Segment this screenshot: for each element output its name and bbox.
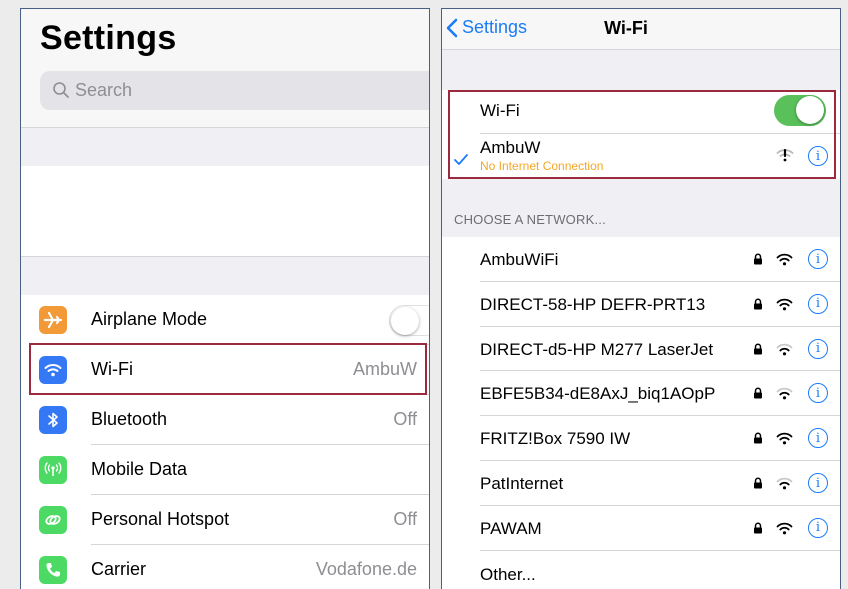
info-icon[interactable]: i [808,293,828,314]
wifi-signal-icon [776,298,793,311]
blank-group [21,166,429,256]
lock-icon [754,343,762,355]
settings-item-value: AmbuW [352,359,417,379]
section-gap [21,127,429,167]
settings-item-wifi[interactable]: Wi-Fi AmbuW [21,345,429,395]
lock-icon [754,253,762,265]
settings-header: Settings Search [21,9,429,127]
network-row[interactable]: FRITZ!Box 7590 IW i [442,416,840,461]
settings-item-value: Vodafone.de [315,559,417,579]
wifi-toggle-row: Wi-Fi [442,90,840,134]
info-icon[interactable]: i [808,473,828,493]
wifi-warning-icon [776,149,794,162]
wifi-icon [39,356,67,384]
settings-item-mobile-data[interactable]: Mobile Data [21,445,429,495]
wifi-signal-icon [776,388,793,400]
page-title: Settings [40,19,177,57]
search-placeholder: Search [75,80,133,100]
info-icon[interactable]: i [808,428,828,449]
network-row[interactable]: PatInternet i [442,461,840,506]
info-icon[interactable]: i [808,249,828,269]
settings-item-personal-hotspot[interactable]: Personal Hotspot Off [21,495,429,545]
settings-item-bluetooth[interactable]: Bluetooth Off [21,395,429,445]
connected-network-row[interactable]: AmbuW No Internet Connection i [442,134,840,178]
wifi-label: Wi-Fi [480,101,520,120]
wifi-toggle[interactable] [774,95,826,126]
info-icon[interactable]: i [808,146,828,166]
info-icon[interactable]: i [808,383,828,404]
settings-item-label: Mobile Data [91,459,188,479]
settings-item-label: Personal Hotspot [91,509,230,529]
settings-item-label: Carrier [91,559,147,579]
settings-item-label: Wi-Fi [91,359,133,379]
settings-item-label: Bluetooth [91,409,168,429]
section-gap [21,256,429,296]
section-gap [442,50,840,90]
airplane-icon [39,306,67,334]
lock-icon [754,522,762,534]
antenna-icon [39,456,67,484]
settings-item-label: Airplane Mode [91,309,208,329]
page-title: Wi-Fi [604,18,648,38]
section-gap: CHOOSE A NETWORK... [442,179,840,237]
settings-item-carrier[interactable]: Carrier Vodafone.de [21,545,429,589]
wifi-signal-icon [776,522,793,535]
search-input[interactable]: Search [40,71,429,110]
search-icon [53,82,69,98]
lock-icon [754,387,762,399]
network-name: AmbuWiFi [480,250,559,269]
settings-item-airplane-mode[interactable]: Airplane Mode [21,295,429,345]
bluetooth-icon [39,406,67,434]
lock-icon [754,477,762,489]
network-row[interactable]: EBFE5B34-dE8AxJ_biq1AOpP i [442,371,840,417]
checkmark-icon [454,154,468,165]
network-name: AmbuW [480,138,541,157]
other-network-row[interactable]: Other... [442,551,840,589]
network-row[interactable]: DIRECT-58-HP DEFR-PRT13 i [442,281,840,327]
network-name: PatInternet [480,474,564,493]
network-name: FRITZ!Box 7590 IW [480,429,631,449]
network-row[interactable]: DIRECT-d5-HP M277 LaserJet i [442,326,840,372]
wifi-signal-icon [776,343,793,355]
lock-icon [754,432,762,444]
settings-panel: Settings Search Airplane Mode Wi-Fi Ambu… [20,8,430,589]
info-icon[interactable]: i [808,517,828,538]
section-header: CHOOSE A NETWORK... [454,212,606,227]
network-row[interactable]: PAWAM i [442,505,840,551]
settings-item-value: Off [393,409,417,429]
other-label: Other... [480,565,536,584]
lock-icon [754,298,762,310]
network-name: PAWAM [480,518,542,538]
phone-icon [39,556,67,584]
wifi-signal-icon [776,477,793,490]
airplane-mode-toggle[interactable] [389,305,429,336]
network-row[interactable]: AmbuWiFi i [442,237,840,282]
info-icon[interactable]: i [808,338,828,359]
network-name: DIRECT-58-HP DEFR-PRT13 [480,294,706,314]
wifi-signal-icon [776,432,793,445]
settings-item-value: Off [393,509,417,529]
network-name: DIRECT-d5-HP M277 LaserJet [480,339,714,359]
network-name: EBFE5B34-dE8AxJ_biq1AOpP [480,384,716,404]
wifi-signal-icon [776,253,793,266]
wifi-panel: Settings Wi-Fi Wi-Fi AmbuW No Internet C… [441,8,841,589]
hotspot-icon [39,506,67,534]
connection-status: No Internet Connection [480,159,604,173]
nav-bar: Settings Wi-Fi [442,9,840,50]
